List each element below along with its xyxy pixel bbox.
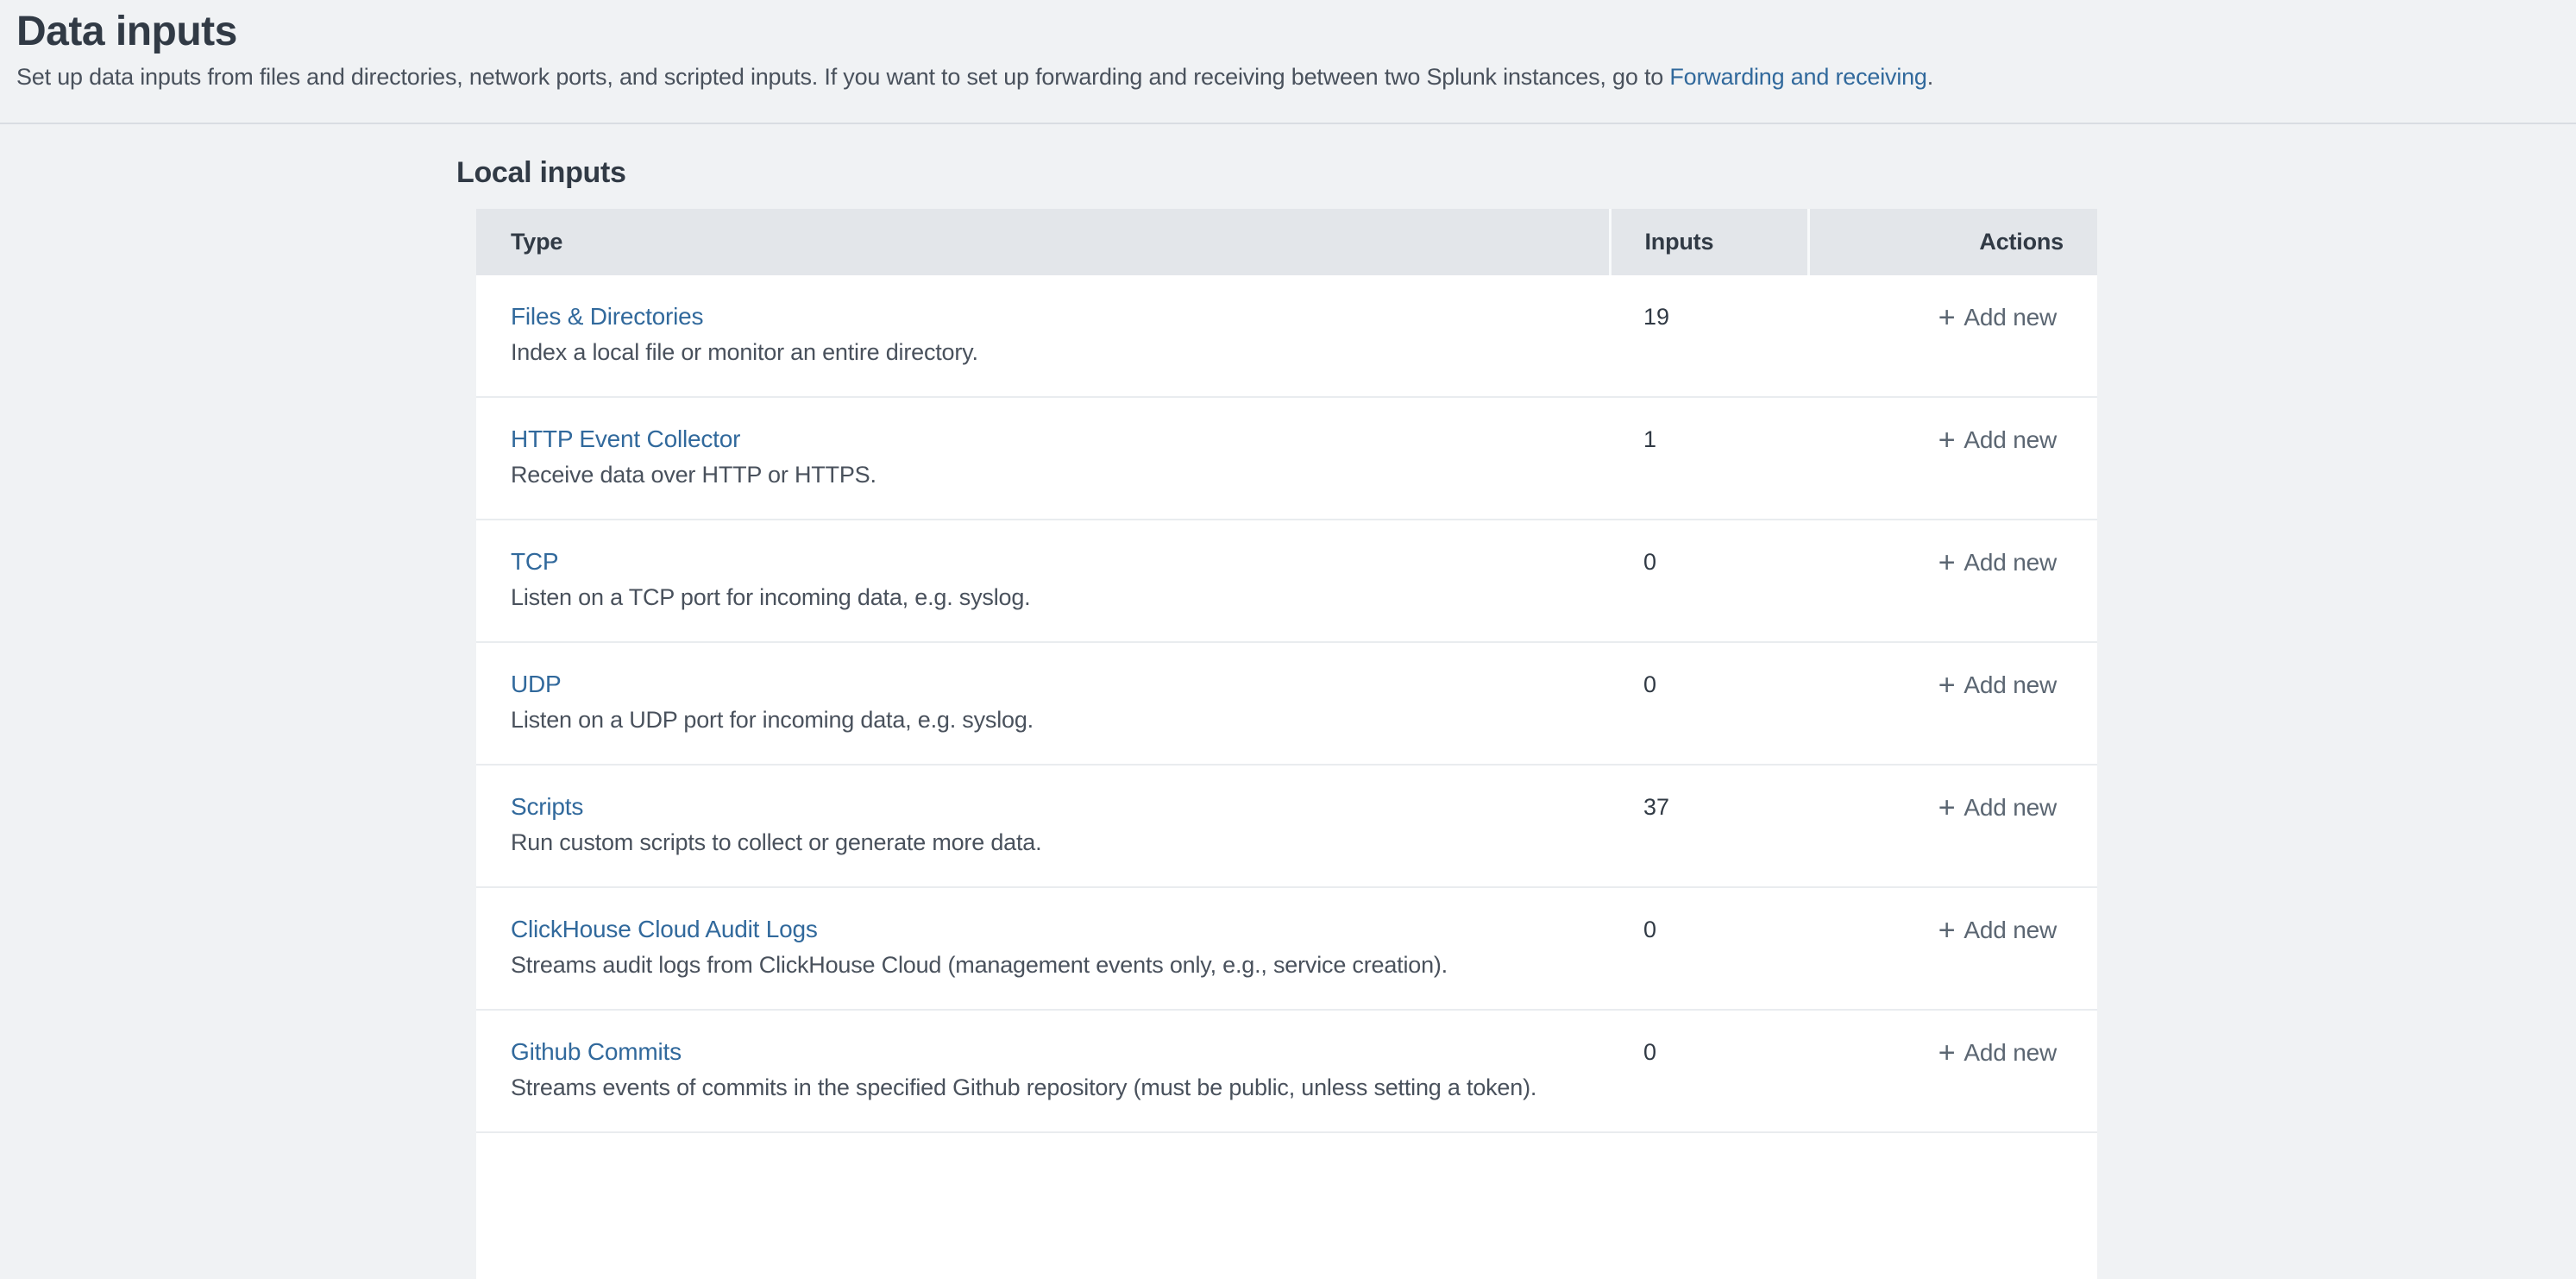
plus-icon: +: [1938, 1036, 1956, 1069]
type-cell: TCP Listen on a TCP port for incoming dat…: [476, 520, 1610, 642]
inputs-count: 37: [1610, 765, 1808, 887]
actions-cell: + Add new: [1808, 642, 2097, 765]
input-type-description: Receive data over HTTP or HTTPS.: [511, 460, 1593, 489]
page-header: Data inputs Set up data inputs from file…: [0, 0, 2576, 124]
input-type-link[interactable]: UDP: [511, 670, 562, 699]
type-cell: Files & Directories Index a local file or…: [476, 275, 1610, 397]
input-type-link[interactable]: ClickHouse Cloud Audit Logs: [511, 915, 818, 944]
add-new-link[interactable]: + Add new: [1938, 794, 2057, 821]
input-type-link[interactable]: Github Commits: [511, 1037, 682, 1067]
content-area: Local inputs Type Inputs Actions Files &…: [0, 155, 2576, 1279]
actions-cell: + Add new: [1808, 887, 2097, 1010]
input-type-link[interactable]: Files & Directories: [511, 302, 703, 331]
input-type-description: Streams events of commits in the specifi…: [511, 1073, 1593, 1102]
page-subtitle-period: .: [1927, 64, 1933, 90]
add-new-link[interactable]: + Add new: [1938, 1039, 2057, 1066]
table-row: UDP Listen on a UDP port for incoming dat…: [476, 642, 2097, 765]
column-header-inputs: Inputs: [1610, 209, 1808, 275]
input-type-description: Run custom scripts to collect or generat…: [511, 828, 1593, 857]
plus-icon: +: [1938, 669, 1956, 702]
section-heading-local-inputs: Local inputs: [456, 155, 2576, 190]
add-new-link[interactable]: +Add new: [1938, 917, 2057, 943]
input-type-description: Listen on a UDP port for incoming data, …: [511, 705, 1593, 734]
type-cell: Github Commits Streams events of commits …: [476, 1010, 1610, 1132]
table-row-partial: [476, 1132, 2097, 1279]
partial-row-cell: [476, 1132, 2097, 1279]
plus-icon: +: [1938, 546, 1956, 579]
actions-cell: + Add new: [1808, 397, 2097, 520]
table-header: Type Inputs Actions: [476, 209, 2097, 275]
table-row: TCP Listen on a TCP port for incoming dat…: [476, 520, 2097, 642]
add-new-label: Add new: [1963, 794, 2057, 821]
add-new-link[interactable]: +Add new: [1938, 426, 2057, 453]
inputs-count: 0: [1610, 642, 1808, 765]
page-subtitle-text: Set up data inputs from files and direct…: [16, 64, 1669, 90]
add-new-label: Add new: [1963, 549, 2057, 576]
plus-icon: +: [1938, 791, 1956, 824]
input-type-description: Listen on a TCP port for incoming data, …: [511, 583, 1593, 612]
forwarding-and-receiving-link[interactable]: Forwarding and receiving: [1669, 64, 1926, 90]
column-header-type: Type: [476, 209, 1610, 275]
table-row: ClickHouse Cloud Audit Logs Streams audit…: [476, 887, 2097, 1010]
table-row: HTTP Event Collector Receive data over HT…: [476, 397, 2097, 520]
table-row: Github Commits Streams events of commits …: [476, 1010, 2097, 1132]
plus-icon: +: [1938, 301, 1956, 334]
plus-icon: +: [1938, 424, 1956, 457]
actions-cell: + Add new: [1808, 765, 2097, 887]
inputs-count: 19: [1610, 275, 1808, 397]
type-cell: ClickHouse Cloud Audit Logs Streams audit…: [476, 887, 1610, 1010]
add-new-link[interactable]: + Add new: [1938, 549, 2057, 576]
add-new-link[interactable]: + Add new: [1938, 304, 2057, 331]
page-subtitle: Set up data inputs from files and direct…: [16, 62, 2550, 91]
inputs-count: 0: [1610, 520, 1808, 642]
actions-cell: + Add new: [1808, 1010, 2097, 1132]
table-row: Scripts Run custom scripts to collect or …: [476, 765, 2097, 887]
type-cell: UDP Listen on a UDP port for incoming dat…: [476, 642, 1610, 765]
input-type-description: Index a local file or monitor an entire …: [511, 337, 1593, 367]
plus-icon: +: [1938, 914, 1956, 947]
add-new-label: Add new: [1963, 304, 2057, 331]
input-type-link[interactable]: Scripts: [511, 792, 583, 822]
table-body: Files & Directories Index a local file or…: [476, 275, 2097, 1279]
add-new-link[interactable]: +Add new: [1938, 671, 2057, 698]
column-header-actions: Actions: [1808, 209, 2097, 275]
input-type-link[interactable]: HTTP Event Collector: [511, 425, 740, 454]
type-cell: HTTP Event Collector Receive data over HT…: [476, 397, 1610, 520]
input-type-description: Streams audit logs from ClickHouse Cloud…: [511, 950, 1593, 980]
inputs-count: 0: [1610, 887, 1808, 1010]
type-cell: Scripts Run custom scripts to collect or …: [476, 765, 1610, 887]
input-type-link[interactable]: TCP: [511, 547, 558, 576]
add-new-label: Add new: [1963, 426, 2057, 453]
add-new-label: Add new: [1963, 1039, 2057, 1066]
table-row: Files & Directories Index a local file or…: [476, 275, 2097, 397]
inputs-count: 0: [1610, 1010, 1808, 1132]
page-title: Data inputs: [16, 7, 2550, 57]
add-new-label: Add new: [1963, 917, 2057, 943]
actions-cell: + Add new: [1808, 275, 2097, 397]
add-new-label: Add new: [1963, 671, 2057, 698]
local-inputs-table: Type Inputs Actions Files & Directories I…: [476, 209, 2097, 1279]
inputs-count: 1: [1610, 397, 1808, 520]
actions-cell: + Add new: [1808, 520, 2097, 642]
